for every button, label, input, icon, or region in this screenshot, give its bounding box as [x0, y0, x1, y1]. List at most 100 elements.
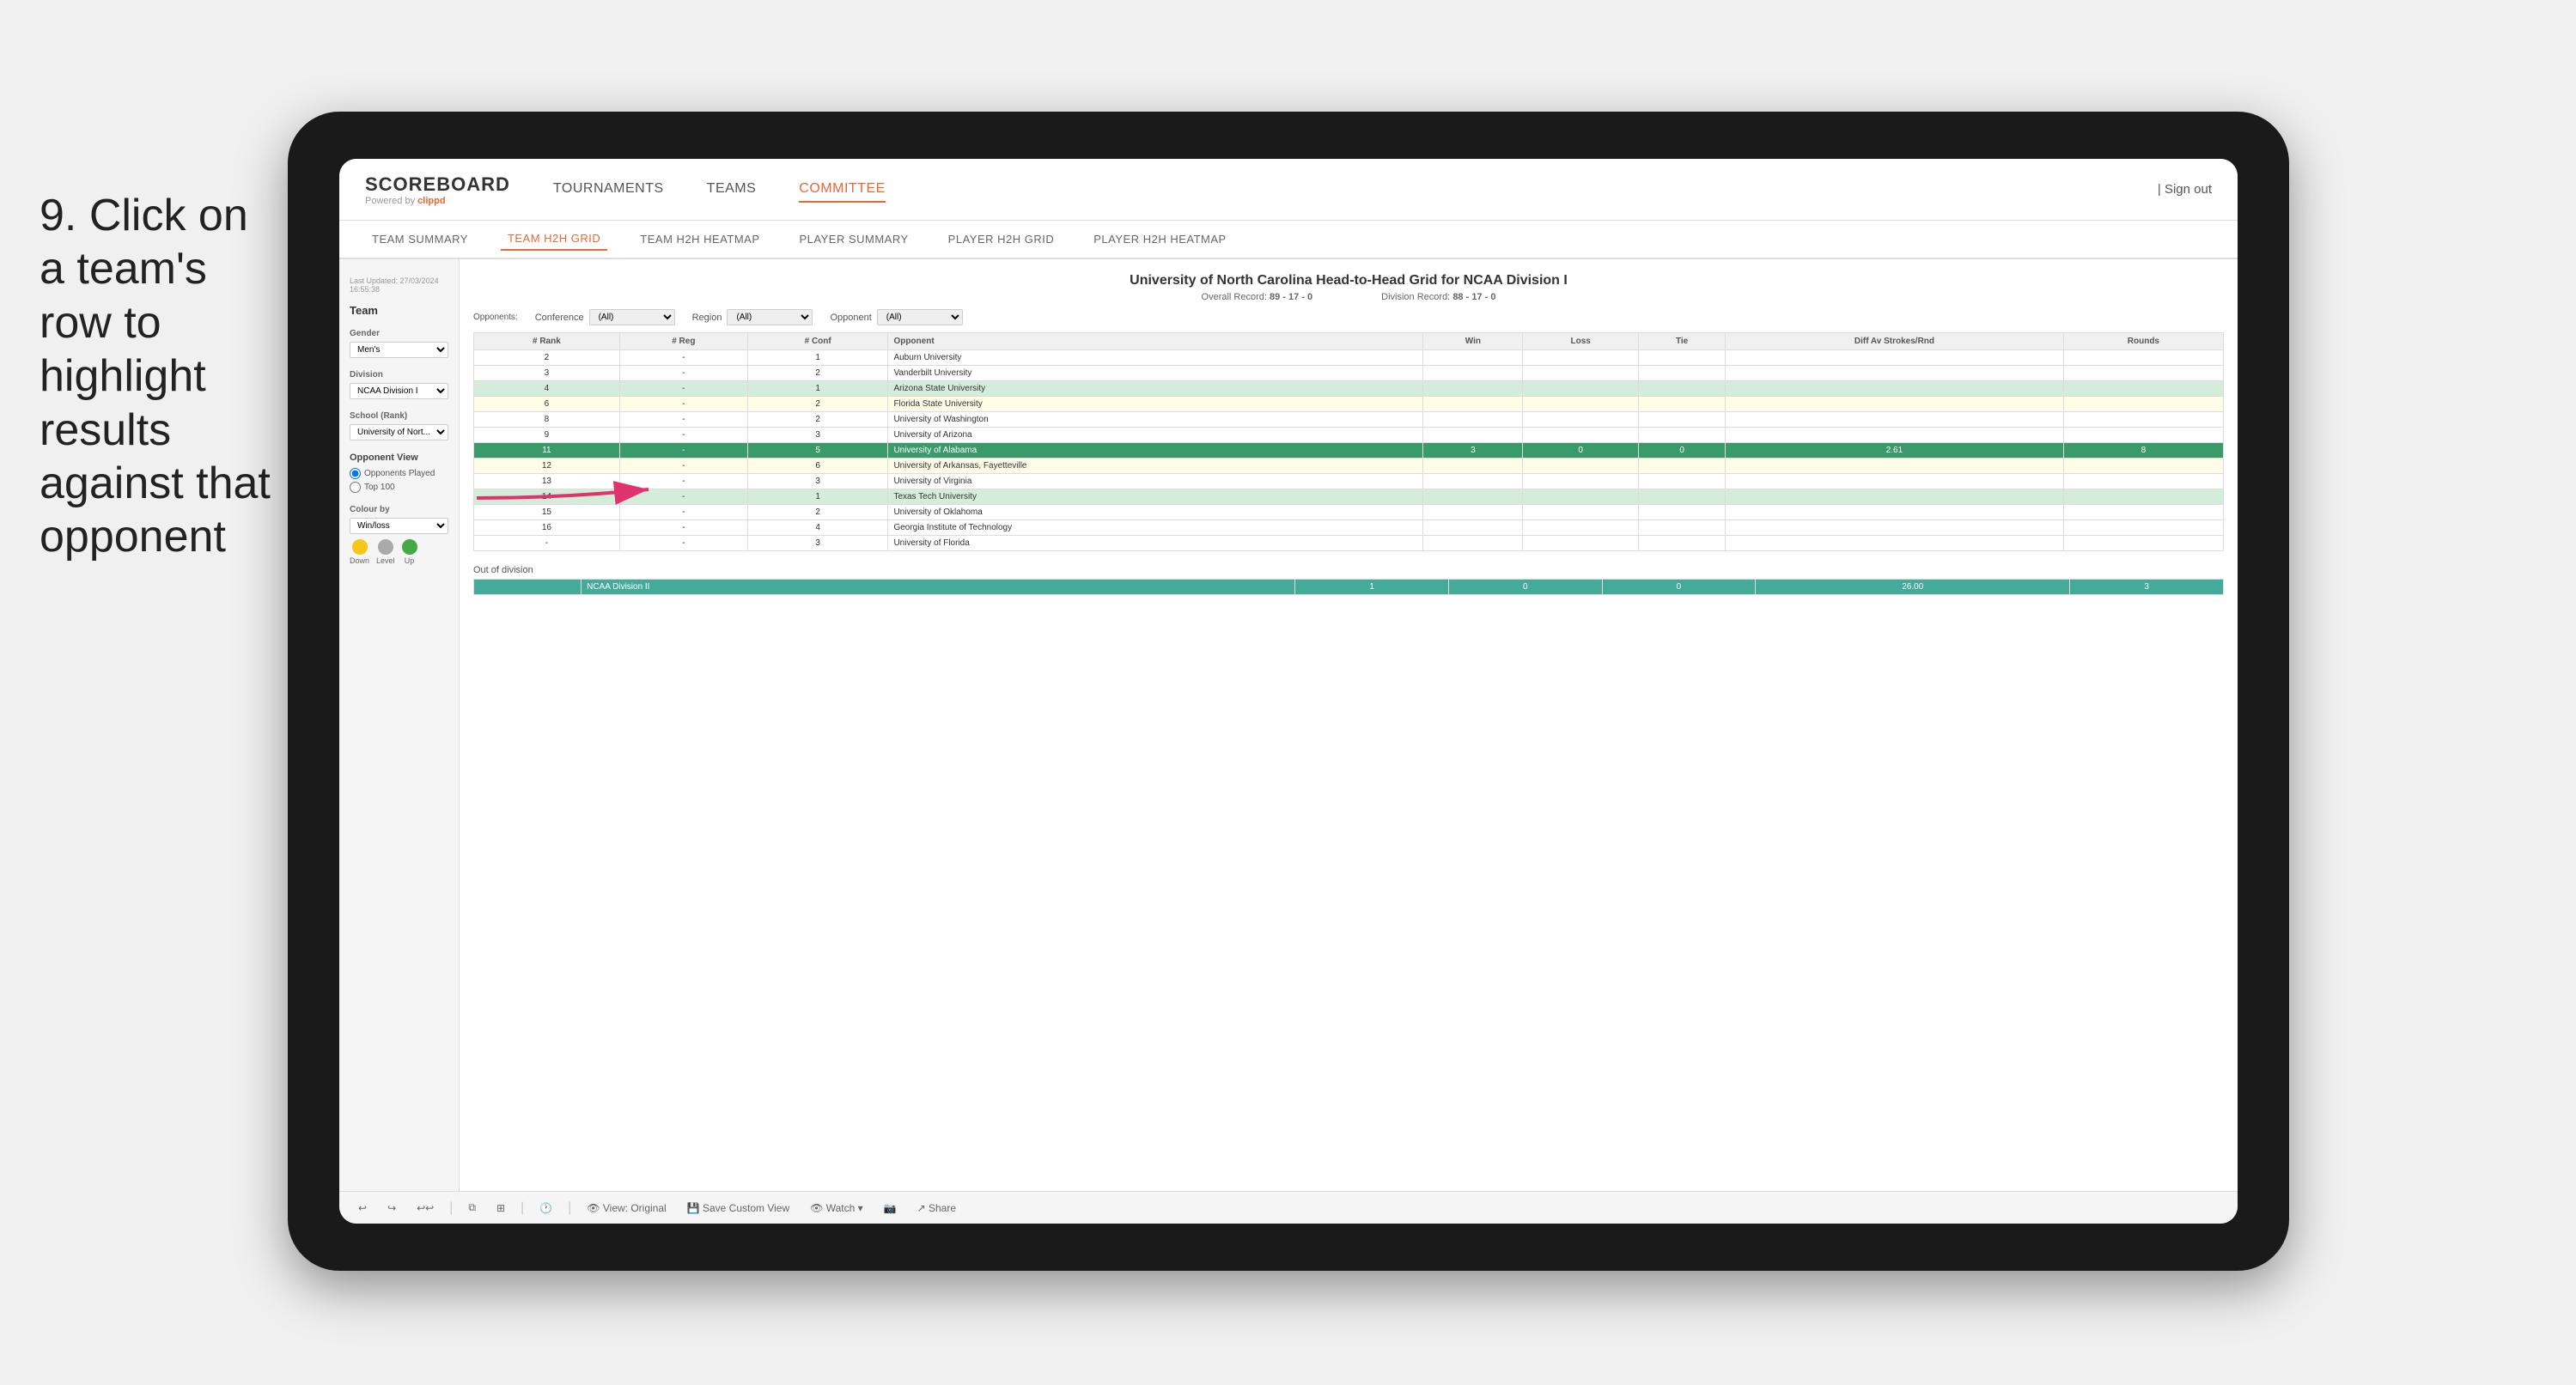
top-nav: SCOREBOARD Powered by clippd TOURNAMENTS… — [339, 159, 2238, 221]
reset-btn[interactable]: ↩↩ — [411, 1200, 439, 1216]
out-division-table: NCAA Division II 1 0 0 26.00 3 — [473, 579, 2224, 595]
out-of-division-label: Out of division — [473, 565, 2224, 575]
sub-nav-team-h2h-heatmap[interactable]: TEAM H2H HEATMAP — [633, 228, 766, 250]
sub-nav-player-h2h-grid[interactable]: PLAYER H2H GRID — [941, 228, 1062, 250]
region-filter: Region (All) — [692, 309, 813, 325]
out-division-loss: 0 — [1448, 580, 1602, 595]
table-row[interactable]: 15-2University of Oklahoma — [474, 505, 2224, 520]
top-100-radio[interactable]: Top 100 — [350, 482, 448, 493]
grid-table: # Rank # Reg # Conf Opponent Win Loss Ti… — [473, 332, 2224, 551]
region-label: Region — [692, 313, 722, 323]
out-division-tie: 0 — [1602, 580, 1756, 595]
colour-by-select[interactable]: Win/loss — [350, 518, 448, 534]
redo-btn[interactable]: ↪ — [382, 1200, 401, 1216]
sub-nav-team-h2h-grid[interactable]: TEAM H2H GRID — [501, 228, 607, 251]
sub-nav-player-summary[interactable]: PLAYER SUMMARY — [793, 228, 916, 250]
table-row[interactable]: 3-2Vanderbilt University — [474, 366, 2224, 381]
tablet-frame: SCOREBOARD Powered by clippd TOURNAMENTS… — [288, 112, 2289, 1271]
logo-area: SCOREBOARD Powered by clippd — [365, 173, 510, 206]
table-row[interactable]: 8-2University of Washington — [474, 412, 2224, 428]
sidebar-team-section: Team — [350, 304, 448, 317]
share-btn[interactable]: ↗ Share — [912, 1200, 961, 1216]
colour-dots: Down Level Up — [350, 539, 448, 565]
sidebar: Last Updated: 27/03/2024 16:55:38 Team G… — [339, 259, 460, 1191]
nav-committee[interactable]: COMMITTEE — [799, 177, 886, 203]
up-dot: Up — [402, 539, 417, 565]
view-original-btn[interactable]: 👁 View: Original — [582, 1200, 671, 1216]
opponents-label: Opponents: — [473, 313, 518, 322]
colour-by-label: Colour by — [350, 505, 448, 514]
camera-btn[interactable]: 📷 — [879, 1200, 902, 1216]
table-row[interactable]: 2-1Auburn University — [474, 350, 2224, 366]
opponent-view-label: Opponent View — [350, 453, 448, 463]
out-division-diff: 26.00 — [1756, 580, 2070, 595]
sidebar-division-section: Division NCAA Division I — [350, 370, 448, 399]
gender-label: Gender — [350, 329, 448, 338]
table-row[interactable]: 11-5University of Alabama3002.618 — [474, 443, 2224, 459]
sub-nav-player-h2h-heatmap[interactable]: PLAYER H2H HEATMAP — [1087, 228, 1233, 250]
out-division-row[interactable]: NCAA Division II 1 0 0 26.00 3 — [474, 580, 2224, 595]
yellow-dot — [352, 539, 368, 555]
radio-group: Opponents Played Top 100 — [350, 468, 448, 493]
green-dot — [402, 539, 417, 555]
col-conf: # Conf — [747, 333, 888, 350]
table-row[interactable]: 4-1Arizona State University — [474, 381, 2224, 397]
table-row[interactable]: --3University of Florida — [474, 536, 2224, 551]
out-division-win: 1 — [1295, 580, 1449, 595]
opponent-label: Opponent — [830, 313, 871, 323]
col-tie: Tie — [1639, 333, 1726, 350]
sign-out: | Sign out — [2158, 182, 2212, 197]
watch-btn[interactable]: 👁 Watch ▾ — [805, 1200, 868, 1216]
sub-nav: TEAM SUMMARY TEAM H2H GRID TEAM H2H HEAT… — [339, 221, 2238, 259]
filters-row: Opponents: Conference (All) Region (All) — [473, 309, 2224, 325]
school-select[interactable]: University of Nort... — [350, 424, 448, 440]
overall-record: Overall Record: 89 - 17 - 0 — [1202, 292, 1313, 302]
nav-teams[interactable]: TEAMS — [707, 177, 757, 203]
nav-items: TOURNAMENTS TEAMS COMMITTEE — [553, 177, 2158, 203]
down-dot: Down — [350, 539, 369, 565]
opponent-select[interactable]: (All) — [877, 309, 963, 325]
gender-select[interactable]: Men's — [350, 342, 448, 358]
out-division-name: NCAA Division II — [582, 580, 1295, 595]
col-win: Win — [1423, 333, 1523, 350]
last-updated: Last Updated: 27/03/2024 16:55:38 — [350, 276, 448, 294]
clock-btn[interactable]: 🕐 — [534, 1200, 557, 1216]
chart-header: University of North Carolina Head-to-Hea… — [473, 273, 2224, 302]
logo-scoreboard: SCOREBOARD — [365, 173, 510, 196]
colour-section: Colour by Win/loss Down Level — [350, 505, 448, 565]
save-custom-btn[interactable]: 💾 Save Custom View — [682, 1200, 795, 1216]
tablet-screen: SCOREBOARD Powered by clippd TOURNAMENTS… — [339, 159, 2238, 1224]
nav-tournaments[interactable]: TOURNAMENTS — [553, 177, 664, 203]
table-row[interactable]: 9-3University of Arizona — [474, 428, 2224, 443]
col-loss: Loss — [1523, 333, 1639, 350]
copy-btn[interactable]: ⧉ — [463, 1200, 481, 1216]
undo-btn[interactable]: ↩ — [353, 1200, 372, 1216]
table-row[interactable]: 6-2Florida State University — [474, 397, 2224, 412]
chart-title: University of North Carolina Head-to-Hea… — [473, 273, 2224, 289]
opponent-view-section: Opponent View Opponents Played Top 100 — [350, 453, 448, 493]
region-select[interactable]: (All) — [727, 309, 813, 325]
table-row[interactable]: 14-1Texas Tech University — [474, 489, 2224, 505]
table-row[interactable]: 13-3University of Virginia — [474, 474, 2224, 489]
sub-nav-team-summary[interactable]: TEAM SUMMARY — [365, 228, 475, 250]
opponent-filter: Opponent (All) — [830, 309, 962, 325]
main-content: Last Updated: 27/03/2024 16:55:38 Team G… — [339, 259, 2238, 1191]
col-diff: Diff Av Strokes/Rnd — [1726, 333, 2064, 350]
table-row[interactable]: 12-6University of Arkansas, Fayetteville — [474, 459, 2224, 474]
gray-dot — [378, 539, 393, 555]
chart-records: Overall Record: 89 - 17 - 0 Division Rec… — [473, 292, 2224, 302]
table-row[interactable]: 16-4Georgia Institute of Technology — [474, 520, 2224, 536]
bottom-toolbar: ↩ ↪ ↩↩ | ⧉ ⊞ | 🕐 | 👁 View: Original 💾 Sa… — [339, 1191, 2238, 1224]
opponents-played-radio[interactable]: Opponents Played — [350, 468, 448, 479]
table-header-row: # Rank # Reg # Conf Opponent Win Loss Ti… — [474, 333, 2224, 350]
division-select[interactable]: NCAA Division I — [350, 383, 448, 399]
expand-btn[interactable]: ⊞ — [491, 1200, 510, 1216]
conference-select[interactable]: (All) — [589, 309, 675, 325]
instruction-text: 9. Click on a team's row to highlight re… — [40, 189, 280, 564]
sidebar-team-label: Team — [350, 304, 448, 317]
logo-powered: Powered by clippd — [365, 196, 510, 206]
col-reg: # Reg — [619, 333, 747, 350]
col-opponent: Opponent — [888, 333, 1423, 350]
division-record: Division Record: 88 - 17 - 0 — [1381, 292, 1495, 302]
sidebar-gender-section: Gender Men's — [350, 329, 448, 358]
